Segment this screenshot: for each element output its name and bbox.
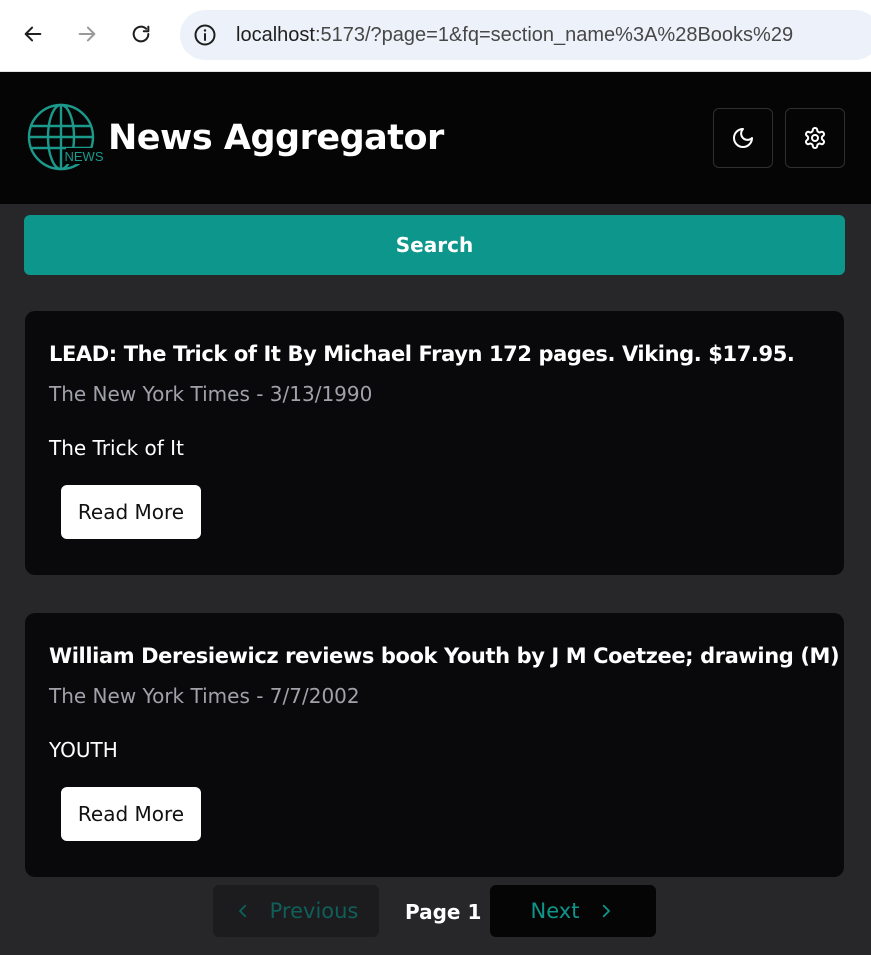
back-button[interactable] [15,16,51,52]
browser-toolbar: localhost:5173/?page=1&fq=section_name%3… [0,0,871,72]
arrow-right-icon [78,26,96,42]
article-meta: The New York Times - 3/13/1990 [49,382,373,406]
chevron-left-icon [238,904,246,918]
previous-page-button[interactable]: Previous [213,885,379,937]
next-label: Next [530,899,580,923]
logo-text: NEWS [65,149,104,164]
gear-icon [805,127,825,149]
next-page-button[interactable]: Next [490,885,656,937]
read-more-button[interactable]: Read More [61,485,201,539]
globe-news-logo-icon: NEWS [27,103,104,171]
url-text[interactable]: localhost:5173/?page=1&fq=section_name%3… [236,24,793,47]
previous-label: Previous [269,899,359,923]
site-info-icon[interactable] [192,22,218,48]
article-card: LEAD: The Trick of It By Michael Frayn 1… [25,311,844,575]
article-meta: The New York Times - 7/7/2002 [49,684,360,708]
arrow-left-icon [24,26,42,42]
url-path: :5173/?page=1&fq=section_name%3A%28Books… [314,23,794,46]
settings-button[interactable] [785,108,845,168]
moon-icon [733,128,753,148]
article-description: The Trick of It [49,436,184,460]
page-indicator: Page 1 [405,900,482,924]
article-title: LEAD: The Trick of It By Michael Frayn 1… [49,342,795,366]
url-host: localhost [236,23,315,46]
article-card: William Deresiewicz reviews book Youth b… [25,613,844,877]
article-description: YOUTH [49,738,118,762]
app-header: NEWS News Aggregator [0,72,871,204]
read-more-button[interactable]: Read More [61,787,201,841]
search-button[interactable]: Search [24,215,845,275]
chevron-right-icon [603,904,611,918]
reload-icon [132,25,150,43]
app-title: News Aggregator [108,118,444,158]
theme-toggle-button[interactable] [713,108,773,168]
reload-button[interactable] [123,16,159,52]
address-bar[interactable]: localhost:5173/?page=1&fq=section_name%3… [180,10,871,60]
article-title: William Deresiewicz reviews book Youth b… [49,644,840,668]
forward-button[interactable] [69,16,105,52]
